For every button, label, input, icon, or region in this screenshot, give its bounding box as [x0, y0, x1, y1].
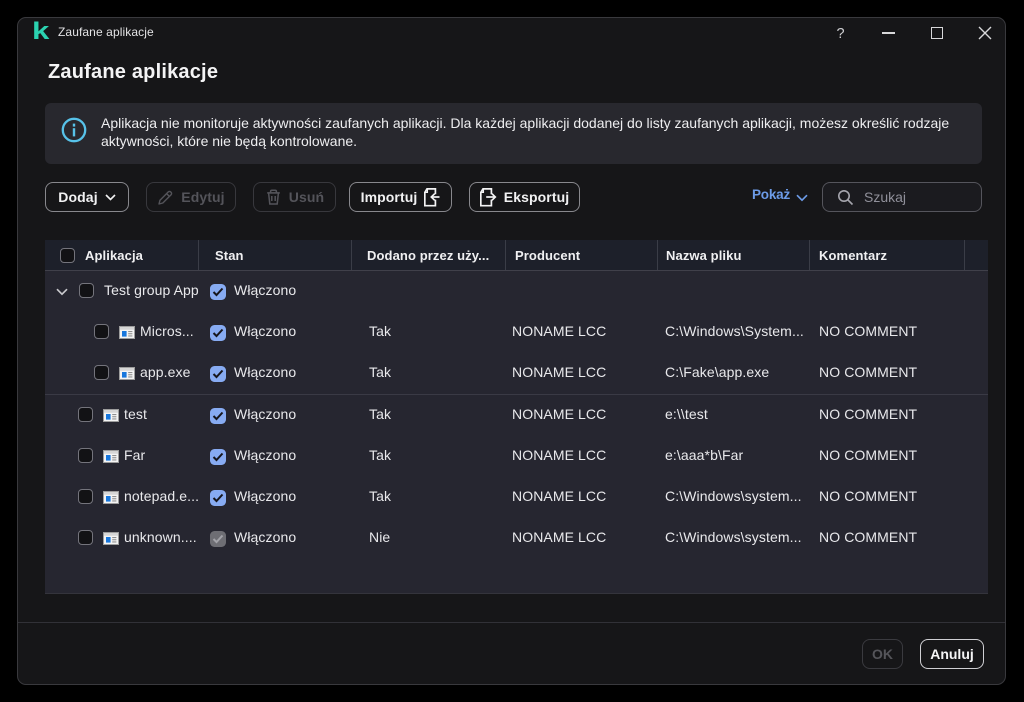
svg-text:?: ?: [836, 26, 844, 41]
